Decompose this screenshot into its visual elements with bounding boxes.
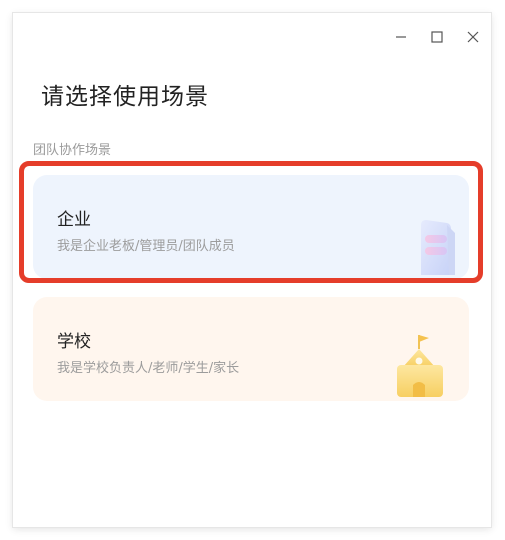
minimize-button[interactable]: [383, 23, 419, 51]
window-controls: [383, 23, 491, 51]
section-label: 团队协作场景: [33, 143, 112, 158]
maximize-button[interactable]: [419, 23, 455, 51]
school-card-subtitle: 我是学校负责人/老师/学生/家长: [57, 361, 240, 376]
school-card[interactable]: 学校 我是学校负责人/老师/学生/家长: [33, 297, 469, 401]
school-icon: [389, 333, 459, 401]
minimize-icon: [396, 36, 406, 38]
enterprise-card-title: 企业: [57, 210, 91, 230]
maximize-icon: [431, 31, 443, 43]
enterprise-card[interactable]: 企业 我是企业老板/管理员/团队成员: [33, 175, 469, 279]
enterprise-card-subtitle: 我是企业老板/管理员/团队成员: [57, 239, 235, 254]
close-button[interactable]: [455, 23, 491, 51]
school-card-title: 学校: [57, 332, 91, 352]
page-title: 请选择使用场景: [41, 84, 209, 110]
close-icon: [467, 31, 479, 43]
building-icon: [389, 215, 459, 279]
scene-select-window: 请选择使用场景 团队协作场景 企业 我是企业老板/管理员/团队成员 学校 我是学…: [13, 13, 491, 527]
